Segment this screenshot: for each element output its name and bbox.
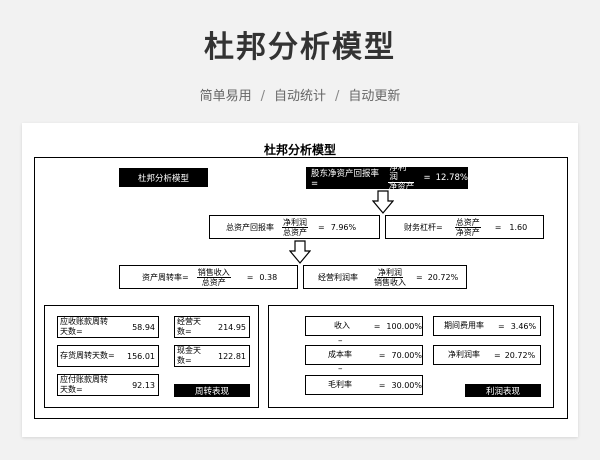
cash-days-label: 现金天 数=: [177, 346, 201, 365]
margin-fraction: 净利润 销售收入: [374, 268, 406, 287]
turnover-fraction: 销售收入 总资产: [196, 267, 231, 287]
cash-days-value: 122.81: [218, 351, 246, 361]
roe-label: 股东净资产回报率=: [311, 169, 380, 189]
leverage-label: 财务杠杆=: [404, 222, 443, 232]
roe-value: 12.78%: [435, 173, 468, 183]
period-expense-equals: =: [498, 321, 505, 331]
inventory-days-cell: 存货周转天数= 156.01: [57, 345, 159, 367]
margin-label: 经营利润率: [318, 272, 358, 282]
roe-numerator: 净利润: [388, 164, 415, 183]
revenue-value: 100.00%: [386, 321, 422, 331]
margin-numerator: 净利润: [377, 267, 403, 278]
receivable-days-value: 58.94: [132, 322, 155, 332]
roe-box: 股东净资产回报率= 净利润 净资产 = 12.78%: [306, 164, 468, 192]
subtitle-easy: 简单易用: [199, 89, 252, 104]
cost-rate-label: 成本率: [328, 350, 352, 359]
roa-numerator: 净利润: [282, 217, 308, 228]
turnover-caption: 周转表现: [174, 384, 250, 397]
gross-margin-equals: =: [378, 380, 386, 390]
payable-days-cell: 应付账款周转 天数= 92.13: [57, 374, 159, 396]
net-margin-cell: 净利润率 = 20.72%: [433, 345, 541, 365]
gross-margin-label: 毛利率: [328, 380, 352, 389]
roa-box: 总资产回报率 净利润 总资产 = 7.96%: [209, 215, 380, 239]
operating-days-value: 214.95: [218, 322, 246, 332]
net-margin-label: 净利润率: [448, 350, 480, 359]
revenue-label: 收入: [334, 321, 350, 330]
leverage-denominator: 净资产: [455, 227, 480, 237]
minus-sign: –: [338, 364, 343, 374]
gross-margin-cell: 毛利率 = 30.00%: [305, 375, 423, 395]
receivable-days-label: 应收账款周转 天数=: [60, 317, 108, 336]
model-label: 杜邦分析模型: [119, 168, 208, 187]
roe-fraction: 净利润 净资产: [388, 164, 415, 192]
roe-equals: =: [423, 173, 431, 183]
payable-days-value: 92.13: [132, 380, 155, 390]
cost-rate-cell: 成本率 = 70.00%: [305, 345, 423, 365]
operating-days-label: 经营天 数=: [177, 317, 201, 336]
margin-equals: =: [416, 272, 423, 282]
subtitle-separator: /: [260, 89, 265, 104]
gross-margin-value: 30.00%: [391, 380, 422, 390]
subtitle-auto-update: 自动更新: [348, 89, 401, 104]
asset-turnover-box: 资产周转率= 销售收入 总资产 = 0.38: [119, 265, 298, 289]
sheet-title: 杜邦分析模型: [263, 143, 336, 157]
period-expense-label: 期间费用率: [444, 321, 484, 330]
down-arrow-icon: [372, 190, 394, 214]
leverage-fraction: 总资产 净资产: [454, 217, 481, 237]
roa-value: 7.96%: [330, 222, 357, 232]
operating-days-cell: 经营天 数= 214.95: [174, 316, 250, 338]
subtitle-separator: /: [335, 89, 340, 104]
leverage-value: 1.60: [509, 222, 528, 232]
cash-days-cell: 现金天 数= 122.81: [174, 345, 250, 367]
turnover-denominator: 总资产: [201, 277, 226, 287]
operating-margin-box: 经营利润率 净利润 销售收入 = 20.72%: [303, 265, 467, 289]
profit-caption: 利润表现: [465, 384, 541, 397]
roa-fraction: 净利润 总资产: [282, 218, 308, 237]
turnover-label: 资产周转率=: [142, 272, 189, 282]
net-margin-equals: =: [494, 350, 501, 360]
turnover-equals: =: [246, 272, 254, 282]
leverage-box: 财务杠杆= 总资产 净资产 = 1.60: [385, 215, 544, 239]
roa-equals: =: [318, 222, 325, 232]
receivable-days-cell: 应收账款周转 天数= 58.94: [57, 316, 159, 338]
turnover-numerator: 销售收入: [196, 267, 231, 278]
roa-label: 总资产回报率: [226, 222, 274, 232]
inventory-days-value: 156.01: [127, 351, 155, 361]
inventory-days-label: 存货周转天数=: [60, 351, 115, 360]
period-expense-cell: 期间费用率 = 3.46%: [433, 316, 541, 336]
payable-days-label: 应付账款周转 天数=: [60, 375, 108, 394]
revenue-cell: 收入 = 100.00%: [305, 316, 423, 336]
leverage-equals: =: [494, 222, 502, 232]
margin-value: 20.72%: [427, 272, 459, 282]
page-title: 杜邦分析模型: [204, 30, 396, 65]
down-arrow-icon: [289, 240, 311, 264]
revenue-equals: =: [373, 321, 381, 331]
cost-rate-equals: =: [378, 350, 386, 360]
leverage-numerator: 总资产: [454, 217, 481, 228]
roa-denominator: 总资产: [283, 227, 307, 237]
page-subtitle: 简单易用 / 自动统计 / 自动更新: [0, 85, 600, 104]
period-expense-value: 3.46%: [510, 321, 537, 331]
cost-rate-value: 70.00%: [391, 350, 422, 360]
subtitle-auto-stat: 自动统计: [273, 89, 326, 104]
margin-denominator: 销售收入: [374, 277, 406, 287]
net-margin-value: 20.72%: [504, 350, 536, 360]
turnover-value: 0.38: [259, 272, 278, 282]
